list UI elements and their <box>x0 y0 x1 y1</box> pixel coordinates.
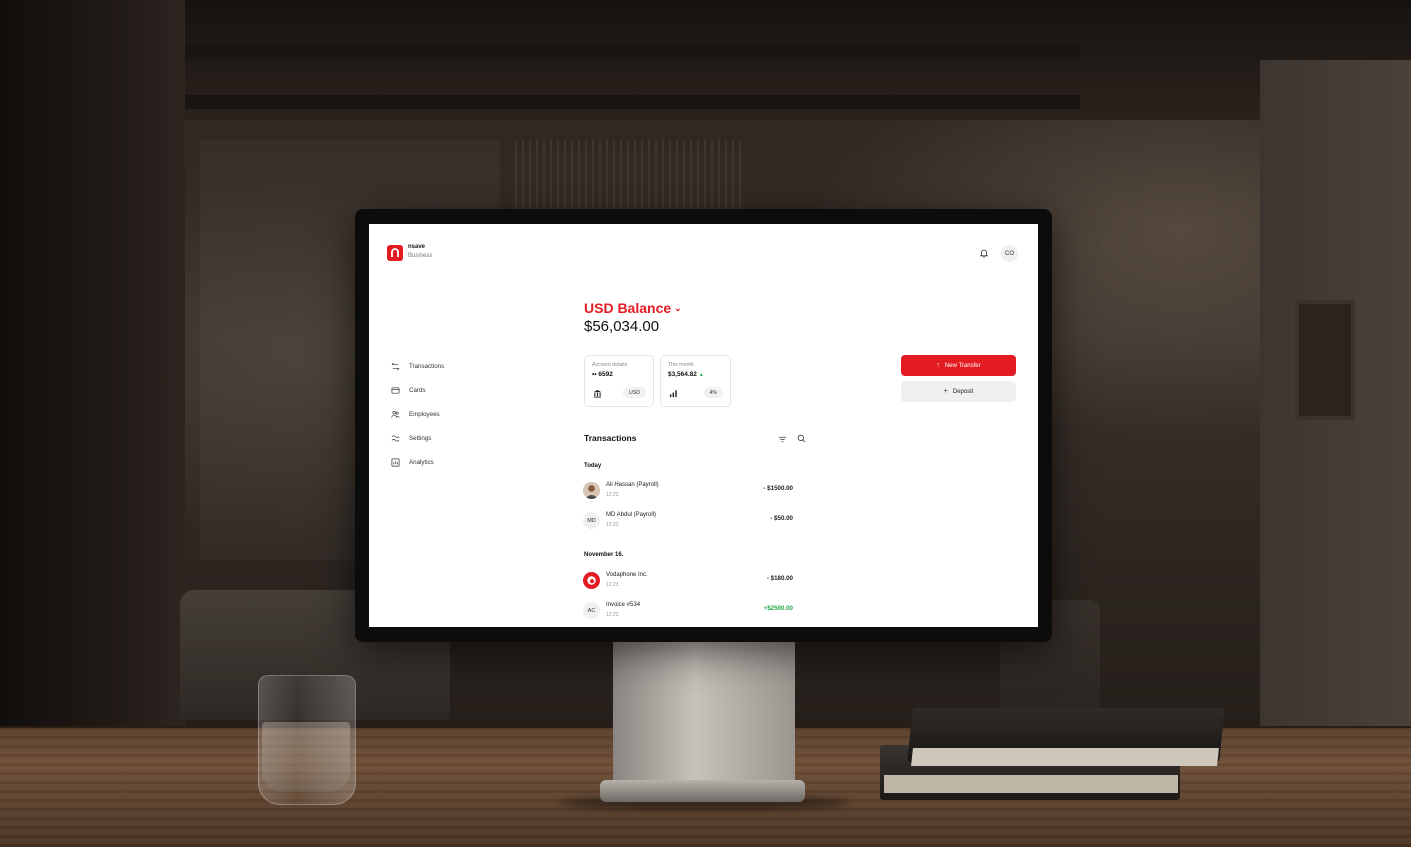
month-amount-row: $3,564.82 ▲ <box>668 371 704 378</box>
brand-name: nsave <box>408 244 426 250</box>
analytics-icon <box>391 458 400 466</box>
sidebar-item-label: Employees <box>409 410 440 418</box>
transaction-amount: - $180.00 <box>766 575 793 582</box>
new-transfer-label: New Transfer <box>944 362 981 369</box>
water-glass <box>258 675 356 805</box>
new-transfer-button[interactable]: ↑ New Transfer <box>901 355 1016 376</box>
bank-icon <box>593 389 602 398</box>
transaction-time: 12:23 <box>606 522 619 528</box>
change-badge: 4% <box>703 387 723 398</box>
book-bottom-pages <box>884 775 1178 793</box>
brand-subtitle: Business <box>408 253 433 259</box>
sidebar-item-settings[interactable]: Settings <box>391 432 431 444</box>
wall-frame <box>1295 300 1355 420</box>
transaction-row[interactable]: Ali Hassan (Payroll) 12:23 - $1500.00 <box>583 481 809 503</box>
transaction-time: 12:23 <box>606 582 619 588</box>
monitor-base <box>600 780 805 802</box>
card-icon <box>391 386 400 394</box>
avatar-initials: MD <box>583 512 600 529</box>
this-month-card[interactable]: This month $3,564.82 ▲ 4% <box>660 355 731 407</box>
bar-chart-icon <box>669 390 677 398</box>
transaction-name: Vodaphone Inc. <box>606 572 648 578</box>
sidebar-item-analytics[interactable]: Analytics <box>391 456 434 468</box>
sidebar-item-transactions[interactable]: Transactions <box>391 360 444 372</box>
transaction-name: Ali Hassan (Payroll) <box>606 482 659 488</box>
sidebar-item-label: Cards <box>409 386 426 394</box>
transaction-group-label: Today <box>584 463 602 469</box>
card-label: Account details <box>592 362 628 368</box>
nsave-logo-icon[interactable] <box>387 245 403 261</box>
month-amount: $3,564.82 <box>668 371 697 378</box>
book-top-pages <box>911 748 1219 766</box>
currency-badge: USD <box>623 387 646 398</box>
card-label: This month <box>668 362 694 368</box>
sidebar-item-cards[interactable]: Cards <box>391 384 426 396</box>
transaction-row[interactable]: MD MD Abdul (Payroll) 12:23 - $50.00 <box>583 511 809 533</box>
person-photo-icon <box>583 482 600 499</box>
balance-currency-selector[interactable]: USD Balance ⌄ <box>584 300 682 316</box>
arrow-up-icon: ↑ <box>936 362 940 369</box>
ceiling-beam <box>180 95 1080 109</box>
transactions-title: Transactions <box>584 433 637 443</box>
sidebar-item-label: Settings <box>409 434 432 442</box>
vodafone-logo-icon <box>583 572 600 589</box>
sidebar-item-label: Transactions <box>409 362 445 370</box>
transaction-row[interactable]: Vodaphone Inc. 12:23 - $180.00 <box>583 571 809 593</box>
transaction-group-label: November 16. <box>584 552 624 558</box>
settings-icon <box>391 434 400 442</box>
transaction-time: 12:23 <box>606 492 619 498</box>
wall-pillar <box>0 0 185 740</box>
transaction-name: MD Abdul (Payroll) <box>606 512 657 518</box>
avatar-initials: AC <box>583 602 600 619</box>
balance-amount: $56,034.00 <box>584 318 660 335</box>
transaction-amount: +$2500.00 <box>763 605 793 612</box>
bell-icon[interactable] <box>979 248 989 258</box>
ceiling-beam <box>180 45 1080 59</box>
chevron-down-icon: ⌄ <box>674 302 682 313</box>
vodafone-mark-icon <box>587 576 596 585</box>
avatar-photo <box>583 482 600 499</box>
account-details-card[interactable]: Account details •• 6592 USD <box>584 355 654 407</box>
search-icon[interactable] <box>797 434 806 443</box>
users-icon <box>391 410 400 418</box>
deposit-label: Deposit <box>952 388 974 395</box>
filter-icon[interactable] <box>778 435 787 444</box>
transaction-name: Invoice #534 <box>606 602 641 608</box>
monitor-stand <box>613 640 795 790</box>
plus-icon: + <box>943 388 948 395</box>
transaction-amount: - $1500.00 <box>763 485 793 492</box>
transfer-arrows-icon <box>391 362 400 370</box>
deposit-button[interactable]: + Deposit <box>901 381 1016 402</box>
user-avatar[interactable]: CO <box>1001 245 1018 262</box>
sidebar-item-employees[interactable]: Employees <box>391 408 440 420</box>
transaction-time: 12:23 <box>606 612 619 618</box>
transaction-row[interactable]: AC Invoice #534 12:23 +$2500.00 <box>583 601 809 623</box>
transaction-amount: - $50.00 <box>770 515 793 522</box>
account-number: •• 6592 <box>592 371 613 378</box>
sidebar-item-label: Analytics <box>409 458 434 466</box>
monitor-screen: nsave Business CO Transactions Cards Emp… <box>369 224 1038 627</box>
balance-title: USD Balance <box>584 300 672 316</box>
arrow-up-icon: ▲ <box>698 372 704 378</box>
